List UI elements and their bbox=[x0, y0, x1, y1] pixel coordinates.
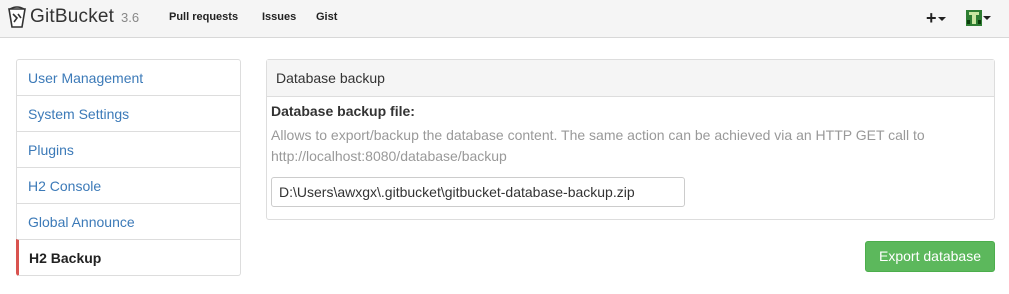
backup-file-label: Database backup file: bbox=[271, 103, 415, 119]
version-label: 3.6 bbox=[121, 10, 140, 25]
nav-issues[interactable]: Issues bbox=[262, 11, 296, 23]
sidebar-item-h2-backup[interactable]: H2 Backup bbox=[16, 239, 241, 276]
chevron-down-icon bbox=[937, 17, 946, 22]
plus-icon: + bbox=[926, 8, 937, 28]
export-database-button[interactable]: Export database bbox=[865, 241, 995, 272]
database-backup-panel: Database backup Database backup file: Al… bbox=[266, 59, 995, 220]
admin-sidebar: User Management System Settings Plugins … bbox=[16, 59, 241, 276]
backup-url-text: http://localhost:8080/database/backup bbox=[271, 148, 507, 164]
nav-pull-requests[interactable]: Pull requests bbox=[169, 11, 238, 23]
nav-gist[interactable]: Gist bbox=[316, 11, 337, 23]
avatar bbox=[966, 9, 982, 26]
sidebar-item-h2-console[interactable]: H2 Console bbox=[16, 167, 241, 204]
sidebar-item-user-management[interactable]: User Management bbox=[16, 59, 241, 96]
help-text: Allows to export/backup the database con… bbox=[271, 125, 990, 167]
brand-name[interactable]: GitBucket bbox=[30, 6, 114, 28]
top-header: GitBucket 3.6 Pull requests Issues Gist … bbox=[0, 0, 1009, 38]
backup-file-path-input[interactable] bbox=[271, 177, 685, 207]
panel-title: Database backup bbox=[267, 60, 994, 97]
chevron-down-icon bbox=[983, 15, 991, 20]
sidebar-item-plugins[interactable]: Plugins bbox=[16, 131, 241, 168]
help-text-line: Allows to export/backup the database con… bbox=[271, 127, 925, 143]
user-menu-button[interactable] bbox=[966, 9, 991, 27]
gitbucket-logo-icon[interactable] bbox=[6, 5, 28, 29]
create-new-button[interactable]: + bbox=[926, 8, 946, 29]
sidebar-item-system-settings[interactable]: System Settings bbox=[16, 95, 241, 132]
panel-body: Database backup file: Allows to export/b… bbox=[267, 97, 994, 207]
sidebar-item-global-announce[interactable]: Global Announce bbox=[16, 203, 241, 240]
